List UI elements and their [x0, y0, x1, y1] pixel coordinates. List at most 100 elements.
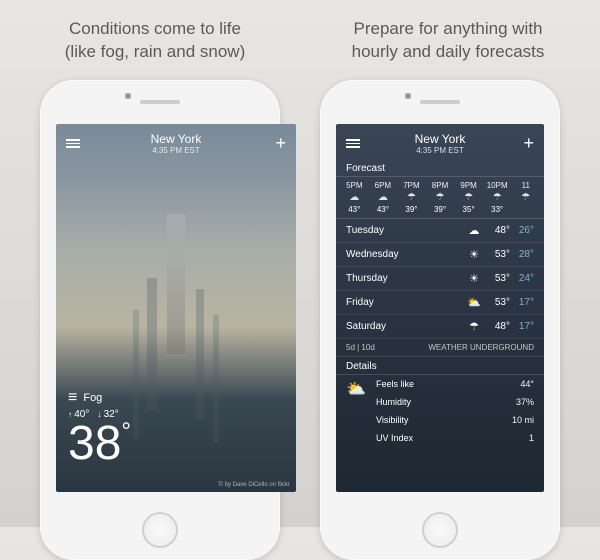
- hour-column: 9PM ☂ 35°: [454, 181, 483, 214]
- detail-label: Visibility: [376, 415, 408, 425]
- details-row: Visibility 10 mi: [336, 411, 544, 429]
- day-condition-icon: ☁: [462, 224, 486, 237]
- current-temp: 38°: [68, 420, 131, 468]
- details-block: ⛅ Feels like 44°Humidity 37%Visibility 1…: [336, 375, 544, 447]
- details-icon: ⛅: [346, 379, 366, 399]
- home-button[interactable]: [142, 512, 178, 548]
- condition-label: Fog: [83, 392, 102, 404]
- detail-label: Feels like: [376, 379, 414, 389]
- day-name: Thursday: [346, 273, 462, 284]
- day-low: 17°: [510, 321, 534, 332]
- hour-time: 5PM: [340, 181, 369, 190]
- promo-caption-right: Prepare for anything with hourly and dai…: [328, 18, 568, 64]
- hour-time: 6PM: [369, 181, 398, 190]
- phone-mockup-left: New York 4:35 PM EST + ≡ Fog 40° 32° 38°…: [40, 80, 280, 560]
- day-condition-icon: ⛅: [462, 296, 486, 309]
- provider-credit: WEATHER UNDERGROUND: [428, 343, 534, 352]
- caption-line: (like fog, rain and snow): [40, 41, 270, 64]
- app-header: New York 4:35 PM EST +: [56, 124, 296, 159]
- header-location[interactable]: New York 4:35 PM EST: [360, 132, 520, 155]
- add-location-button[interactable]: +: [272, 133, 286, 154]
- local-time: 4:35 PM EST: [80, 146, 272, 155]
- daily-row: Tuesday ☁ 48° 26°: [336, 219, 544, 243]
- hour-time: 11: [511, 181, 540, 190]
- hour-column: 7PM ☂ 39°: [397, 181, 426, 214]
- daily-row: Thursday ☀ 53° 24°: [336, 267, 544, 291]
- hour-column: 8PM ☂ 39°: [426, 181, 455, 214]
- header-location[interactable]: New York 4:35 PM EST: [80, 132, 272, 155]
- day-high: 53°: [486, 273, 510, 284]
- app-header: New York 4:35 PM EST +: [336, 124, 544, 159]
- hour-temp: 39°: [426, 205, 455, 214]
- caption-line: Prepare for anything with: [328, 18, 568, 41]
- promo-caption-left: Conditions come to life (like fog, rain …: [40, 18, 270, 64]
- details-row: Feels like 44°: [336, 375, 544, 393]
- photo-credit: © by Dave DiCello on flickr: [219, 482, 290, 488]
- caption-line: hourly and daily forecasts: [328, 41, 568, 64]
- weather-screen-current[interactable]: New York 4:35 PM EST + ≡ Fog 40° 32° 38°…: [56, 124, 296, 492]
- day-high: 48°: [486, 321, 510, 332]
- day-condition-icon: ☂: [462, 320, 486, 333]
- local-time: 4:35 PM EST: [360, 146, 520, 155]
- day-high: 53°: [486, 249, 510, 260]
- detail-value: 44°: [520, 379, 534, 389]
- day-name: Friday: [346, 297, 462, 308]
- detail-label: Humidity: [376, 397, 411, 407]
- detail-label: UV Index: [376, 433, 413, 443]
- hour-temp: 43°: [340, 205, 369, 214]
- day-low: 24°: [510, 273, 534, 284]
- day-high: 48°: [486, 225, 510, 236]
- daily-row: Wednesday ☀ 53° 28°: [336, 243, 544, 267]
- hour-temp: 43°: [369, 205, 398, 214]
- caption-line: Conditions come to life: [40, 18, 270, 41]
- menu-icon[interactable]: [346, 139, 360, 148]
- hour-column: 5PM ☁ 43°: [340, 181, 369, 214]
- day-low: 17°: [510, 297, 534, 308]
- hour-condition-icon: ☂: [493, 192, 502, 203]
- day-name: Tuesday: [346, 225, 462, 236]
- daily-row: Saturday ☂ 48° 17°: [336, 315, 544, 339]
- detail-value: 10 mi: [512, 415, 534, 425]
- weather-screen-forecast[interactable]: New York 4:35 PM EST + Forecast 5PM ☁ 43…: [336, 124, 544, 492]
- forecast-toggle-row: 5d | 10d WEATHER UNDERGROUND: [336, 339, 544, 357]
- phone-mockup-right: New York 4:35 PM EST + Forecast 5PM ☁ 43…: [320, 80, 560, 560]
- hour-condition-icon: ☁: [378, 192, 388, 203]
- details-row: UV Index 1: [336, 429, 544, 447]
- day-high: 53°: [486, 297, 510, 308]
- hour-condition-icon: ☁: [349, 192, 359, 203]
- hour-column: 11 ☂: [511, 181, 540, 214]
- hour-column: 10PM ☂ 33°: [483, 181, 512, 214]
- details-title: Details: [336, 357, 544, 375]
- add-location-button[interactable]: +: [520, 133, 534, 154]
- hour-time: 7PM: [397, 181, 426, 190]
- menu-icon[interactable]: [66, 139, 80, 148]
- hour-temp: 33°: [483, 205, 512, 214]
- daily-row: Friday ⛅ 53° 17°: [336, 291, 544, 315]
- day-low: 28°: [510, 249, 534, 260]
- hour-temp: 39°: [397, 205, 426, 214]
- fog-icon: ≡: [68, 389, 77, 407]
- hour-condition-icon: ☂: [436, 192, 445, 203]
- hour-condition-icon: ☂: [521, 192, 530, 203]
- hour-time: 10PM: [483, 181, 512, 190]
- forecast-title: Forecast: [336, 159, 544, 177]
- day-condition-icon: ☀: [462, 272, 486, 285]
- home-button[interactable]: [422, 512, 458, 548]
- city-name: New York: [360, 132, 520, 146]
- hour-condition-icon: ☂: [407, 192, 416, 203]
- daily-forecast[interactable]: Tuesday ☁ 48° 26°Wednesday ☀ 53° 28°Thur…: [336, 219, 544, 339]
- detail-value: 1: [529, 433, 534, 443]
- day-name: Saturday: [346, 321, 462, 332]
- hour-time: 9PM: [454, 181, 483, 190]
- hourly-forecast[interactable]: 5PM ☁ 43°6PM ☁ 43°7PM ☂ 39°8PM ☂ 39°9PM …: [336, 177, 544, 219]
- day-low: 26°: [510, 225, 534, 236]
- current-conditions: ≡ Fog 40° 32° 38°: [68, 389, 131, 468]
- range-toggle[interactable]: 5d | 10d: [346, 343, 375, 352]
- day-name: Wednesday: [346, 249, 462, 260]
- hour-condition-icon: ☂: [464, 192, 473, 203]
- day-condition-icon: ☀: [462, 248, 486, 261]
- details-row: Humidity 37%: [336, 393, 544, 411]
- hour-time: 8PM: [426, 181, 455, 190]
- hour-column: 6PM ☁ 43°: [369, 181, 398, 214]
- hour-temp: 35°: [454, 205, 483, 214]
